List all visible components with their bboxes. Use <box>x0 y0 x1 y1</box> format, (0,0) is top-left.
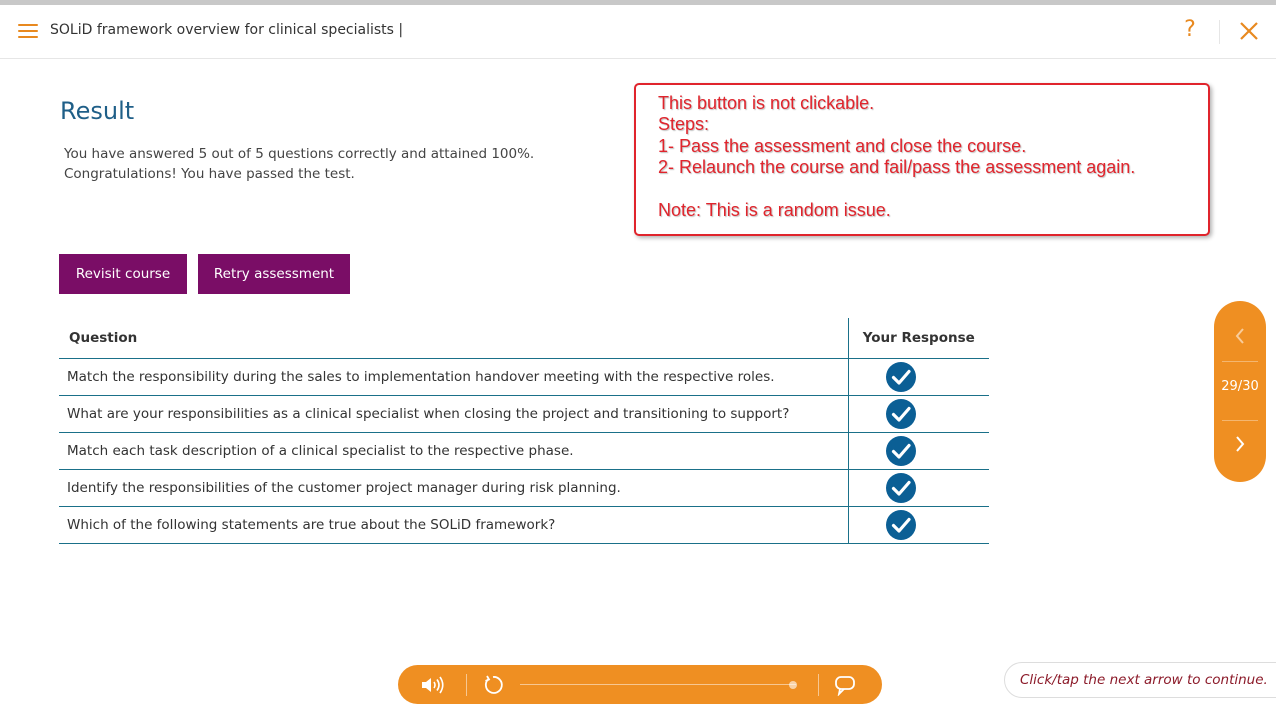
table-row: Match each task description of a clinica… <box>59 432 989 470</box>
close-icon[interactable] <box>1238 20 1260 42</box>
previous-page-button[interactable] <box>1214 313 1266 359</box>
retry-assessment-button[interactable]: Retry assessment <box>198 254 350 294</box>
help-icon[interactable]: ? <box>1180 17 1200 42</box>
media-control-bar <box>398 665 882 704</box>
table-row: Identify the responsibilities of the cus… <box>59 469 989 507</box>
audio-icon[interactable] <box>420 674 446 696</box>
revisit-course-button[interactable]: Revisit course <box>59 254 187 294</box>
question-cell: What are your responsibilities as a clin… <box>59 395 848 433</box>
table-row: Match the responsibility during the sale… <box>59 358 989 396</box>
annotation-line: Note: This is a random issue. <box>658 200 891 220</box>
question-cell: Match each task description of a clinica… <box>59 432 848 470</box>
check-icon <box>886 361 917 392</box>
check-icon <box>886 435 917 466</box>
table-header-row: Question Your Response <box>59 318 989 359</box>
check-icon <box>886 398 917 429</box>
hamburger-menu-icon[interactable] <box>18 24 38 40</box>
result-pass-text: Congratulations! You have passed the tes… <box>64 166 355 182</box>
table-row: Which of the following statements are tr… <box>59 506 989 544</box>
header-divider <box>1219 20 1220 44</box>
media-divider <box>818 674 819 696</box>
nav-divider <box>1222 361 1258 362</box>
response-cell <box>847 358 989 396</box>
result-message: You have answered 5 out of 5 questions c… <box>64 144 534 184</box>
annotation-line: 2- Relaunch the course and fail/pass the… <box>658 157 1136 177</box>
annotation-line: Steps: <box>658 114 710 134</box>
replay-icon[interactable] <box>482 674 504 696</box>
annotation-line: This button is not clickable. <box>658 93 875 113</box>
annotation-callout: This button is not clickable. Steps: 1- … <box>634 83 1210 236</box>
continue-hint-text: Click/tap the next arrow to continue. <box>1020 672 1268 688</box>
question-cell: Match the responsibility during the sale… <box>59 358 848 396</box>
question-cell: Identify the responsibilities of the cus… <box>59 469 848 507</box>
header-bar: SOLiD framework overview for clinical sp… <box>0 5 1276 59</box>
result-title: Result <box>60 97 135 125</box>
continue-hint: Click/tap the next arrow to continue. <box>1004 662 1276 698</box>
chevron-left-icon <box>1235 328 1244 344</box>
table-row: What are your responsibilities as a clin… <box>59 395 989 433</box>
result-score-text: You have answered 5 out of 5 questions c… <box>64 146 535 162</box>
media-progress-track[interactable] <box>520 684 796 685</box>
response-column-header: Your Response <box>847 318 989 359</box>
next-page-button[interactable] <box>1214 421 1266 467</box>
page-navigation-panel: 29/30 <box>1214 301 1266 482</box>
response-cell <box>847 395 989 433</box>
response-cell <box>847 506 989 544</box>
chevron-right-icon <box>1236 436 1245 452</box>
results-table: Question Your Response Match the respons… <box>59 318 989 544</box>
response-cell <box>847 432 989 470</box>
media-progress-thumb[interactable] <box>789 681 797 689</box>
response-cell <box>847 469 989 507</box>
question-cell: Which of the following statements are tr… <box>59 506 848 544</box>
annotation-line: 1- Pass the assessment and close the cou… <box>658 136 1027 156</box>
check-icon <box>886 472 917 503</box>
check-icon <box>886 509 917 540</box>
page-counter: 29/30 <box>1221 379 1259 394</box>
media-divider <box>466 674 467 696</box>
transcript-icon[interactable] <box>834 674 856 696</box>
course-title: SOLiD framework overview for clinical sp… <box>50 22 404 38</box>
question-column-header: Question <box>59 318 848 359</box>
